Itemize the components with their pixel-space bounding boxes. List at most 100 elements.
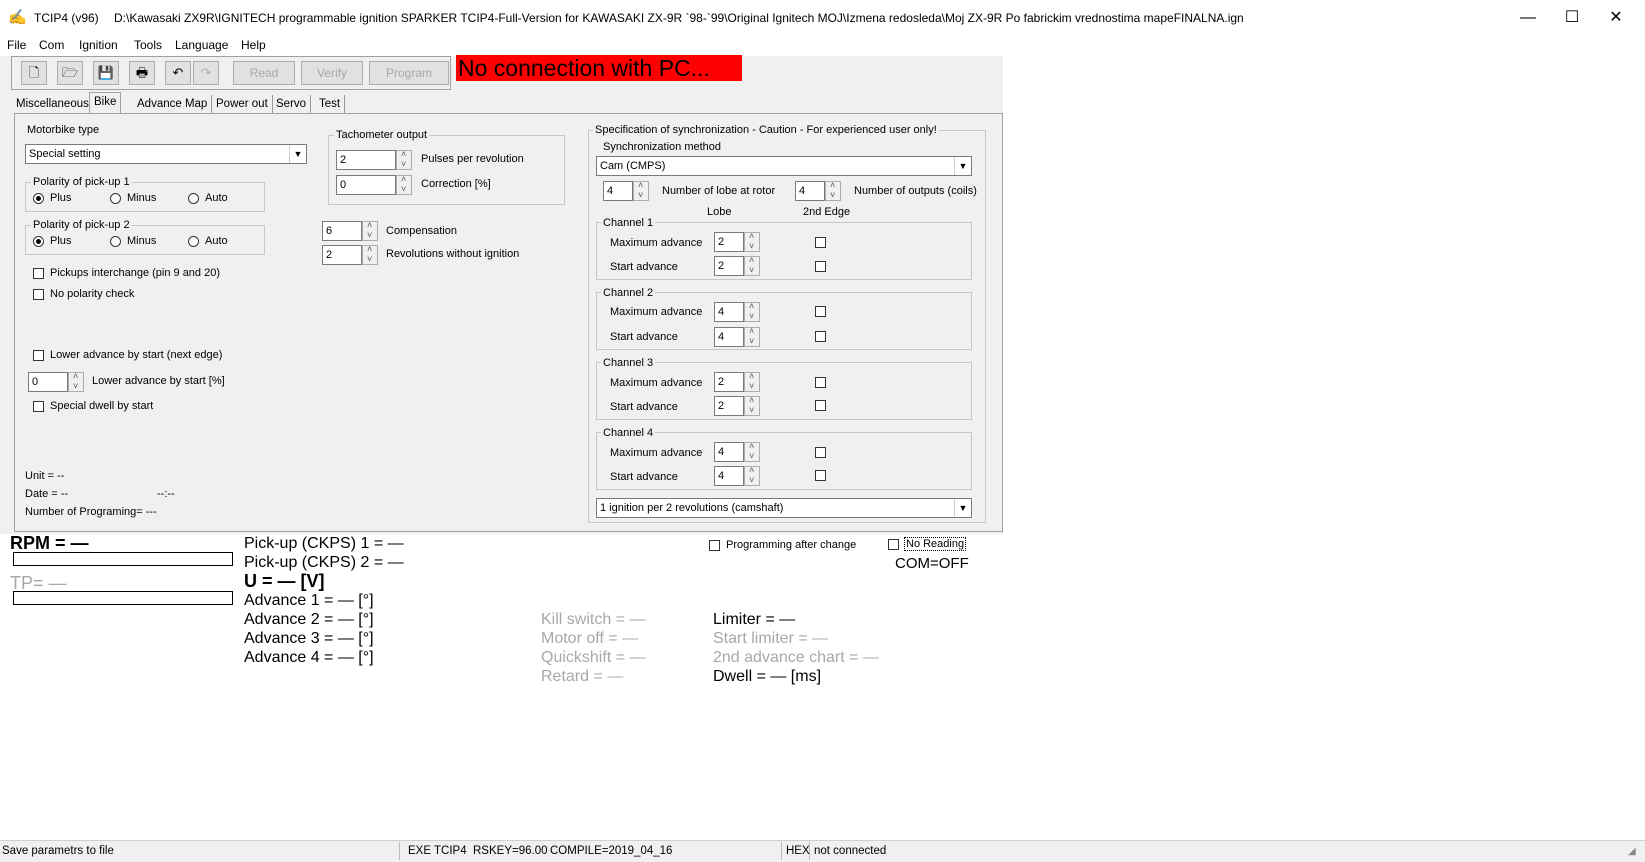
- redo-icon[interactable]: ↷: [193, 61, 219, 85]
- channel-3-start-spinner[interactable]: [744, 395, 760, 416]
- channel-1-max-spinner[interactable]: [744, 231, 760, 252]
- channel-4-title: Channel 4: [601, 427, 656, 439]
- lower-advance-pct-input[interactable]: 0: [28, 372, 68, 392]
- sync-method-label: Synchronization method: [603, 141, 722, 153]
- menu-ignition[interactable]: Ignition: [79, 38, 118, 52]
- read-button[interactable]: Read: [233, 61, 295, 85]
- lobe-count-spinner[interactable]: [633, 180, 649, 201]
- verify-button[interactable]: Verify: [301, 61, 363, 85]
- compensation-input[interactable]: 6: [322, 221, 362, 241]
- channel-1-start-spinner[interactable]: [744, 255, 760, 276]
- channel-2-start-spinner[interactable]: [744, 326, 760, 347]
- pulses-per-rev-input[interactable]: 2: [336, 150, 396, 170]
- channel-2-max-input[interactable]: 4: [714, 302, 744, 322]
- pulses-per-rev-label: Pulses per revolution: [421, 153, 524, 165]
- resize-grip-icon[interactable]: ◢: [1628, 846, 1636, 857]
- pickups-interchange-checkbox[interactable]: [33, 268, 44, 279]
- tab-bike[interactable]: Bike: [89, 92, 122, 114]
- polarity2-plus-radio[interactable]: [33, 236, 44, 247]
- rpm-readout: RPM = —: [10, 533, 89, 553]
- chevron-down-icon: ▼: [954, 499, 971, 517]
- outputs-count-input[interactable]: 4: [795, 181, 825, 201]
- outputs-count-label: Number of outputs (coils): [854, 185, 977, 197]
- channel-3-max-input[interactable]: 2: [714, 372, 744, 392]
- tp-bar: [13, 591, 233, 605]
- unit-readout: Unit = --: [25, 470, 65, 482]
- open-icon[interactable]: 🗁: [57, 61, 83, 85]
- ignition-mode-select[interactable]: 1 ignition per 2 revolutions (camshaft) …: [596, 498, 972, 518]
- correction-spinner[interactable]: [396, 174, 412, 195]
- menu-language[interactable]: Language: [175, 38, 228, 52]
- channel-3-start-input[interactable]: 2: [714, 396, 744, 416]
- pulses-per-rev-spinner[interactable]: [396, 149, 412, 170]
- lobe-column-header: Lobe: [707, 206, 732, 218]
- channel-4-max-input[interactable]: 4: [714, 442, 744, 462]
- outputs-count-spinner[interactable]: [825, 180, 841, 201]
- save-icon[interactable]: 💾: [93, 61, 119, 85]
- limiter-readout: Limiter = —: [713, 611, 796, 628]
- minimize-icon[interactable]: —: [1508, 6, 1548, 30]
- lobe-count-input[interactable]: 4: [603, 181, 633, 201]
- compensation-spinner[interactable]: [362, 220, 378, 241]
- undo-icon[interactable]: ↶: [165, 61, 191, 85]
- lower-advance-pct-spinner[interactable]: [68, 371, 84, 392]
- title-bar: ✍ TCIP4 (v96) D:\Kawasaki ZX9R\IGNITECH …: [0, 0, 1645, 36]
- channel-3-title: Channel 3: [601, 357, 656, 369]
- channel-2-max-spinner[interactable]: [744, 301, 760, 322]
- channel-4-max-2nd-edge-checkbox[interactable]: [815, 447, 826, 458]
- status-name: TCIP4: [434, 845, 467, 857]
- channel-1-start-2nd-edge-checkbox[interactable]: [815, 261, 826, 272]
- polarity2-auto-radio[interactable]: [188, 236, 199, 247]
- channel-1-start-input[interactable]: 2: [714, 256, 744, 276]
- special-dwell-checkbox[interactable]: [33, 401, 44, 412]
- polarity1-minus-radio[interactable]: [110, 193, 121, 204]
- polarity2-minus-radio[interactable]: [110, 236, 121, 247]
- tab-power-out[interactable]: Power out: [212, 95, 273, 114]
- maximize-icon[interactable]: ☐: [1552, 6, 1592, 30]
- channel-2-start-2nd-edge-checkbox[interactable]: [815, 331, 826, 342]
- motorbike-type-select[interactable]: Special setting ▼: [25, 144, 307, 164]
- channel-1-max-2nd-edge-checkbox[interactable]: [815, 237, 826, 248]
- close-icon[interactable]: ✕: [1596, 6, 1636, 30]
- channel-4-start-2nd-edge-checkbox[interactable]: [815, 470, 826, 481]
- correction-input[interactable]: 0: [336, 175, 396, 195]
- menu-file[interactable]: File: [7, 38, 26, 52]
- channel-2-max-2nd-edge-checkbox[interactable]: [815, 306, 826, 317]
- sync-method-select[interactable]: Cam (CMPS) ▼: [596, 156, 972, 176]
- quickshift-readout: Quickshift = —: [541, 649, 646, 666]
- program-button[interactable]: Program: [369, 61, 449, 85]
- rev-without-ignition-spinner[interactable]: [362, 244, 378, 265]
- channel-4-max-spinner[interactable]: [744, 441, 760, 462]
- tab-servo[interactable]: Servo: [272, 95, 312, 114]
- rev-without-ignition-input[interactable]: 2: [322, 245, 362, 265]
- channel-3-max-2nd-edge-checkbox[interactable]: [815, 377, 826, 388]
- motor-off-readout: Motor off = —: [541, 630, 639, 647]
- tab-test[interactable]: Test: [315, 95, 346, 114]
- polarity2-plus-label: Plus: [50, 235, 72, 247]
- new-icon[interactable]: 🗋: [21, 61, 47, 85]
- channel-1-max-input[interactable]: 2: [714, 232, 744, 252]
- no-polarity-check-checkbox[interactable]: [33, 289, 44, 300]
- polarity1-auto-radio[interactable]: [188, 193, 199, 204]
- channel-1-title: Channel 1: [601, 217, 656, 229]
- print-icon[interactable]: 🖶: [129, 61, 155, 85]
- chevron-down-icon: ▼: [954, 157, 971, 175]
- lower-advance-next-edge-checkbox[interactable]: [33, 350, 44, 361]
- channel-3-max-spinner[interactable]: [744, 371, 760, 392]
- tab-advance-map[interactable]: Advance Map: [133, 95, 213, 114]
- menu-tools[interactable]: Tools: [134, 38, 162, 52]
- menu-com[interactable]: Com: [39, 38, 64, 52]
- tab-miscellaneous[interactable]: Miscellaneous: [12, 95, 94, 114]
- status-rskey: RSKEY=96.00: [473, 845, 548, 857]
- channel-3-start-2nd-edge-checkbox[interactable]: [815, 400, 826, 411]
- menu-help[interactable]: Help: [241, 38, 266, 52]
- ignition-mode-value: 1 ignition per 2 revolutions (camshaft): [600, 502, 784, 514]
- no-reading-checkbox[interactable]: [888, 539, 899, 550]
- channel-2-start-input[interactable]: 4: [714, 327, 744, 347]
- channel-4-start-input[interactable]: 4: [714, 466, 744, 486]
- channel-4-start-spinner[interactable]: [744, 465, 760, 486]
- channel-2-start-label: Start advance: [610, 331, 678, 343]
- channel-1-start-label: Start advance: [610, 261, 678, 273]
- programming-after-change-checkbox[interactable]: [709, 540, 720, 551]
- polarity1-plus-radio[interactable]: [33, 193, 44, 204]
